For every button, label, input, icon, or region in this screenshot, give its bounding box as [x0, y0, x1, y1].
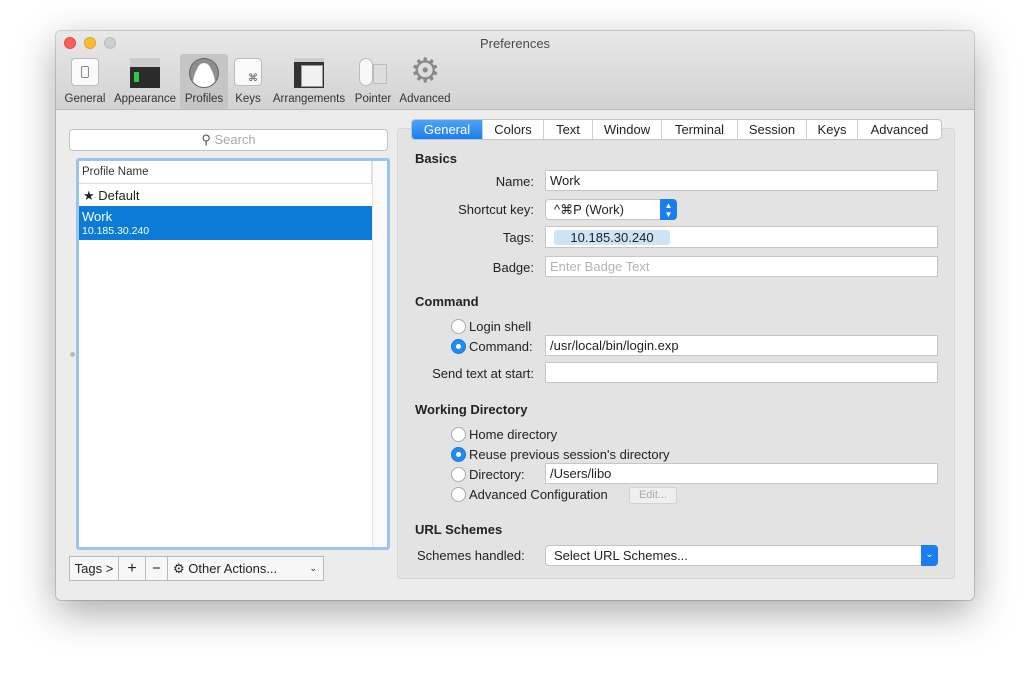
- toolbar-appearance[interactable]: Appearance: [112, 54, 178, 109]
- reuse-directory-radio[interactable]: [451, 447, 466, 462]
- edit-button[interactable]: Edit...: [629, 487, 677, 504]
- remove-profile-button[interactable]: −: [145, 556, 168, 581]
- home-directory-label: Home directory: [469, 427, 558, 442]
- directory-label: Directory:: [469, 467, 525, 482]
- command-radio[interactable]: [451, 339, 466, 354]
- keys-command-icon: ⌘: [234, 58, 262, 86]
- working-directory-heading: Working Directory: [415, 402, 528, 417]
- directory-field[interactable]: /Users/libo: [545, 463, 938, 484]
- url-schemes-popup[interactable]: Select URL Schemes... ⌄: [545, 545, 938, 566]
- command-label: Command:: [469, 339, 533, 354]
- tab-terminal[interactable]: Terminal: [662, 120, 738, 139]
- tab-advanced[interactable]: Advanced: [858, 120, 941, 139]
- general-switch-icon: [71, 58, 99, 86]
- star-icon: ★: [83, 188, 95, 203]
- pointer-mouse-icon: [359, 58, 387, 88]
- shortcut-label: Shortcut key:: [458, 202, 534, 217]
- command-field[interactable]: /usr/local/bin/login.exp: [545, 335, 938, 356]
- toolbar-keys[interactable]: ⌘ Keys: [230, 54, 266, 109]
- send-text-label: Send text at start:: [432, 366, 534, 381]
- profile-tabs: General Colors Text Window Terminal Sess…: [411, 119, 942, 140]
- tab-session[interactable]: Session: [738, 120, 807, 139]
- login-shell-label: Login shell: [469, 319, 532, 334]
- toolbar-pointer[interactable]: Pointer: [352, 54, 394, 109]
- directory-radio[interactable]: [451, 467, 466, 482]
- list-scrollbar[interactable]: [372, 161, 387, 547]
- name-label: Name:: [495, 174, 534, 189]
- other-actions-menu[interactable]: ⚙ Other Actions... ⌄: [167, 556, 324, 581]
- reuse-directory-label: Reuse previous session's directory: [469, 447, 670, 462]
- splitter-handle[interactable]: [70, 352, 75, 357]
- tags-label: Tags:: [502, 230, 534, 245]
- arrangements-windows-icon: [294, 58, 324, 88]
- title-bar: Preferences General Appearance Profiles …: [56, 31, 974, 110]
- advanced-gear-icon: ⚙: [410, 52, 441, 90]
- tab-general[interactable]: General: [412, 120, 483, 139]
- column-header-profile-name[interactable]: Profile Name: [79, 161, 372, 184]
- tags-button[interactable]: Tags >: [69, 556, 119, 581]
- name-field[interactable]: Work: [545, 170, 938, 191]
- send-text-field[interactable]: [545, 362, 938, 383]
- add-profile-button[interactable]: +: [118, 556, 146, 581]
- gear-icon: ⚙: [173, 561, 185, 576]
- badge-label: Badge:: [492, 260, 534, 275]
- toolbar-arrangements[interactable]: Arrangements: [268, 54, 350, 109]
- appearance-window-icon: [130, 58, 160, 88]
- chevron-down-icon: ⌄: [921, 545, 938, 566]
- advanced-configuration-label: Advanced Configuration: [469, 487, 608, 502]
- home-directory-radio[interactable]: [451, 427, 466, 442]
- toolbar-profiles[interactable]: Profiles: [180, 54, 228, 109]
- search-icon: ⚲: [201, 132, 211, 147]
- window-title: Preferences: [479, 36, 551, 51]
- url-schemes-heading: URL Schemes: [415, 522, 503, 537]
- profile-list: Profile Name ★ Default Work 10.185.30.24…: [76, 158, 390, 550]
- tags-field[interactable]: 10.185.30.240: [545, 226, 938, 248]
- profile-row-work[interactable]: Work 10.185.30.240: [79, 206, 372, 240]
- tab-text[interactable]: Text: [544, 120, 593, 139]
- profile-row-default[interactable]: ★ Default: [79, 185, 372, 206]
- shortcut-key-popup[interactable]: ^⌘P (Work) ▲ ▼: [545, 199, 677, 220]
- toolbar-general[interactable]: General: [60, 54, 110, 109]
- command-heading: Command: [415, 294, 479, 309]
- profiles-person-icon: [189, 58, 219, 88]
- badge-field[interactable]: Enter Badge Text: [545, 256, 938, 277]
- stepper-arrows-icon: ▲ ▼: [660, 199, 677, 220]
- tab-colors[interactable]: Colors: [483, 120, 544, 139]
- search-input[interactable]: ⚲ Search: [69, 129, 388, 151]
- schemes-handled-label: Schemes handled:: [417, 548, 525, 563]
- tab-window[interactable]: Window: [593, 120, 662, 139]
- basics-heading: Basics: [415, 151, 457, 166]
- chevron-down-icon: ⌄: [309, 563, 317, 573]
- login-shell-radio[interactable]: [451, 319, 466, 334]
- advanced-configuration-radio[interactable]: [451, 487, 466, 502]
- toolbar-advanced[interactable]: ⚙ Advanced: [396, 54, 454, 109]
- tab-keys[interactable]: Keys: [807, 120, 858, 139]
- tag-token[interactable]: 10.185.30.240: [554, 230, 670, 245]
